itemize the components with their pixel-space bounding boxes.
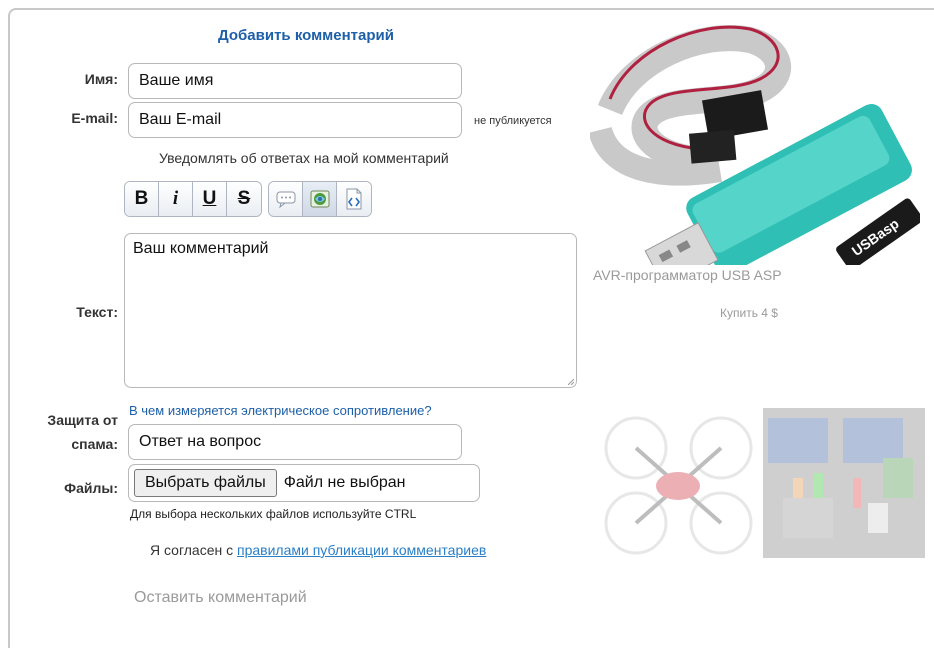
bold-button[interactable]: B <box>125 182 159 216</box>
email-input[interactable]: Ваш E-mail <box>128 102 462 138</box>
files-label: Файлы: <box>64 480 118 496</box>
strikethrough-button[interactable]: S <box>227 182 261 216</box>
spam-label: Защита от спама: <box>32 408 118 456</box>
email-note: не публикуется <box>474 115 552 127</box>
comment-placeholder: Ваш комментарий <box>133 240 269 257</box>
quote-button[interactable] <box>269 182 303 216</box>
quote-icon <box>276 191 295 208</box>
underline-button[interactable]: U <box>193 182 227 216</box>
image-icon <box>310 190 329 208</box>
drone-thumbnail[interactable] <box>596 408 756 558</box>
file-input: Выбрать файлы Файл не выбран <box>128 464 480 502</box>
insert-group <box>268 181 372 217</box>
choose-files-button[interactable]: Выбрать файлы <box>134 469 277 497</box>
email-label: E-mail: <box>71 110 118 126</box>
file-status: Файл не выбран <box>283 474 406 491</box>
files-hint: Для выбора нескольких файлов используйте… <box>130 507 417 521</box>
product-buy-link[interactable]: Купить 4 $ <box>720 306 778 320</box>
text-style-group: B i U S <box>124 181 262 217</box>
spam-label-line2: спама: <box>71 436 118 452</box>
name-input[interactable]: Ваше имя <box>128 63 462 99</box>
code-button[interactable] <box>337 182 371 216</box>
agree-text: Я согласен с правилами публикации коммен… <box>150 542 486 558</box>
spam-answer-input[interactable]: Ответ на вопрос <box>128 424 462 460</box>
product-image[interactable]: USBasp <box>590 20 920 265</box>
form-heading: Добавить комментарий <box>218 27 394 44</box>
resize-handle-icon[interactable] <box>568 379 574 385</box>
rules-link[interactable]: правилами публикации комментариев <box>237 542 486 558</box>
italic-button[interactable]: i <box>159 182 193 216</box>
text-label: Текст: <box>76 304 118 320</box>
comment-textarea[interactable]: Ваш комментарий <box>124 233 577 388</box>
notify-option[interactable]: Уведомлять об ответах на мой комментарий <box>159 150 449 166</box>
submit-button[interactable]: Оставить комментарий <box>134 589 307 607</box>
electronics-kit-thumbnail[interactable] <box>763 408 925 558</box>
image-button[interactable] <box>303 182 337 216</box>
spam-label-line1: Защита от <box>47 412 118 428</box>
name-label: Имя: <box>84 71 118 87</box>
spam-question: В чем измеряется электрическое сопротивл… <box>129 403 432 418</box>
code-icon <box>346 188 362 210</box>
agree-prefix: Я согласен с <box>150 542 234 558</box>
product-title[interactable]: AVR-программатор USB ASP <box>593 267 782 283</box>
formatting-toolbar: B i U S <box>124 181 372 217</box>
